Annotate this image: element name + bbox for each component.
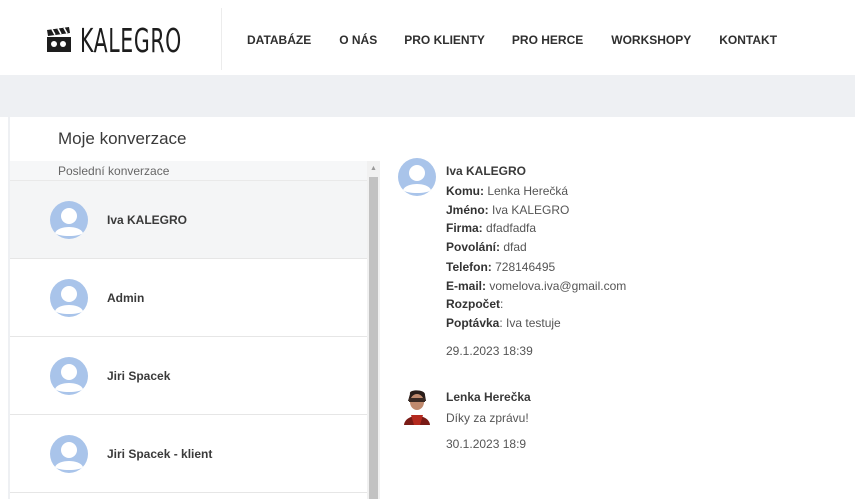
message-field: Poptávka: Iva testuje	[446, 316, 561, 330]
grey-band	[0, 75, 855, 117]
message-field: Jméno: Iva KALEGRO	[446, 203, 570, 217]
message-text: Díky za zprávu!	[446, 411, 529, 425]
sidebar-subtitle: Poslední konverzace	[58, 164, 170, 178]
logo-text: KALEGRO	[80, 20, 182, 60]
scroll-up-arrow-icon[interactable]: ▲	[367, 161, 380, 175]
site-logo[interactable]: KALEGRO	[44, 18, 244, 62]
sidebar-subtitle-bar: Poslední konverzace	[10, 161, 367, 181]
message-field: Rozpočet:	[446, 297, 504, 311]
main-nav: DATABÁZE O NÁS PRO KLIENTY PRO HERCE WOR…	[247, 33, 805, 47]
header-divider	[221, 8, 222, 70]
scrollbar-thumb[interactable]	[369, 177, 378, 499]
conversation-name: Jiri Spacek - klient	[107, 447, 213, 461]
nav-item-pro-klienty[interactable]: PRO KLIENTY	[404, 33, 485, 47]
conversation-name: Admin	[107, 291, 145, 305]
conversation-list: Iva KALEGRO Admin Jiri Spacek Jiri Space…	[10, 181, 367, 493]
nav-item-kontakt[interactable]: KONTAKT	[719, 33, 777, 47]
message-sender: Lenka Herečka	[446, 390, 531, 404]
conversation-sidebar: Moje konverzace Poslední konverzace Iva …	[8, 117, 380, 499]
message-field: Telefon: 728146495	[446, 260, 556, 274]
conversation-scrollbar[interactable]: ▲	[367, 161, 380, 499]
conversation-item-admin[interactable]: Admin	[10, 259, 367, 337]
nav-item-o-nas[interactable]: O NÁS	[339, 33, 377, 47]
message-thread: Iva KALEGRO Komu: Lenka Herečká Jméno: I…	[380, 117, 855, 499]
user-avatar-icon	[50, 435, 88, 473]
message-timestamp: 29.1.2023 18:39	[446, 344, 533, 358]
user-avatar-icon	[50, 357, 88, 395]
message-field: Povolání: dfad	[446, 240, 527, 254]
user-avatar-icon	[398, 158, 436, 196]
message-sender: Iva KALEGRO	[446, 164, 527, 178]
nav-item-databaze[interactable]: DATABÁZE	[247, 33, 311, 47]
nav-item-workshopy[interactable]: WORKSHOPY	[611, 33, 691, 47]
message-field: Komu: Lenka Herečká	[446, 184, 569, 198]
conversation-name: Iva KALEGRO	[107, 213, 188, 227]
nav-item-pro-herce[interactable]: PRO HERCE	[512, 33, 583, 47]
conversation-item-iva-kalegro[interactable]: Iva KALEGRO	[10, 181, 367, 259]
conversation-panel: Moje konverzace Poslední konverzace Iva …	[10, 117, 380, 499]
conversation-item-jiri-spacek-klient[interactable]: Jiri Spacek - klient	[10, 415, 367, 493]
user-avatar-icon	[50, 201, 88, 239]
message-timestamp: 30.1.2023 18:9	[446, 437, 527, 451]
conversation-name: Jiri Spacek	[107, 369, 171, 383]
user-avatar-icon	[50, 279, 88, 317]
sidebar-title: Moje konverzace	[58, 129, 187, 148]
profile-photo-avatar	[398, 387, 436, 425]
message-field: Firma: dfadfadfa	[446, 221, 537, 235]
clapperboard-icon	[47, 27, 71, 52]
site-header: KALEGRO DATABÁZE O NÁS PRO KLIENTY PRO H…	[0, 0, 855, 75]
message-field: E-mail: vomelova.iva@gmail.com	[446, 279, 627, 293]
conversation-item-jiri-spacek[interactable]: Jiri Spacek	[10, 337, 367, 415]
